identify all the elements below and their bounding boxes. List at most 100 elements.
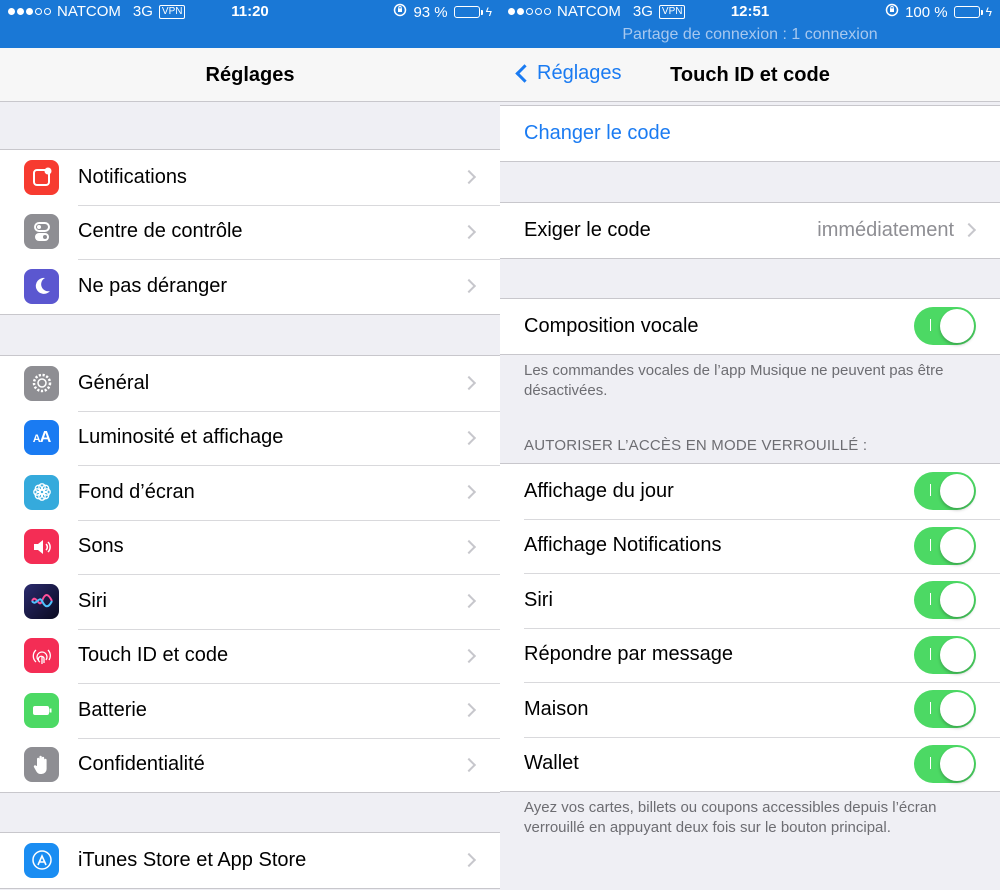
settings-row-label: Touch ID et code — [78, 644, 229, 667]
chevron-right-icon — [461, 224, 477, 239]
settings-row[interactable]: iTunes Store et App Store — [0, 833, 500, 888]
settings-row-label: Notifications — [78, 165, 187, 188]
settings-group-1: Notifications Centre de contrôle Ne pas dé… — [0, 149, 500, 315]
settings-row[interactable]: Sons — [0, 519, 500, 575]
chevron-right-icon — [461, 853, 477, 868]
wallet-footnote: Ayez vos cartes, billets ou coupons acce… — [524, 799, 937, 836]
chevron-right-icon — [461, 485, 477, 500]
settings-row-label: Général — [78, 371, 150, 394]
settings-row-label: iTunes Store et App Store — [78, 848, 307, 871]
battery-percent: 100 % — [905, 3, 948, 21]
page-title: Réglages — [205, 64, 295, 86]
settings-row[interactable]: Touch ID et code — [0, 628, 500, 684]
settings-group-3: iTunes Store et App Store — [0, 832, 500, 889]
voice-dial-toggle[interactable] — [914, 307, 976, 346]
locked-access-label: Affichage du jour — [524, 479, 674, 502]
locked-access-row: Répondre par message — [500, 627, 1000, 683]
settings-row[interactable]: Confidentialité — [0, 737, 500, 793]
settings-row-label: Batterie — [78, 698, 147, 721]
battery-icon — [453, 6, 483, 18]
settings-row-label: Fond d’écran — [78, 480, 195, 503]
locked-access-toggle[interactable] — [914, 526, 976, 565]
status-bar: NATCOM 3G VPN 12:51 100 % ϟ Partage de c… — [500, 0, 1000, 48]
locked-access-toggle[interactable] — [914, 744, 976, 783]
locked-access-row: Affichage du jour — [500, 464, 1000, 519]
chevron-right-icon — [461, 430, 477, 445]
locked-access-toggle[interactable] — [914, 690, 976, 729]
require-code-label: Exiger le code — [524, 218, 651, 241]
battery-icon — [24, 692, 59, 728]
flower-icon — [24, 474, 59, 510]
locked-access-row: Affichage Notifications — [500, 518, 1000, 574]
app-store-icon — [24, 842, 59, 878]
screens: NATCOM 3G VPN 11:20 93 % ϟ Réglages Noti… — [0, 0, 1000, 890]
settings-group-2: Général AA Luminosité et affichage Fond d’é… — [0, 355, 500, 793]
require-code-value: immédiatement — [817, 218, 954, 241]
gear-icon — [24, 365, 59, 401]
locked-access-row: Wallet — [500, 736, 1000, 792]
settings-row[interactable]: Siri — [0, 574, 500, 629]
change-code-group: Changer le code — [500, 105, 1000, 162]
require-code-row[interactable]: Exiger le code immédiatement — [500, 203, 1000, 258]
locked-access-label: Affichage Notifications — [524, 534, 722, 557]
status-bar: NATCOM 3G VPN 11:20 93 % ϟ — [0, 0, 500, 48]
chevron-right-icon — [961, 223, 977, 238]
text-size-icon: AA — [24, 420, 59, 456]
chevron-right-icon — [461, 594, 477, 609]
charging-bolt-icon: ϟ — [485, 5, 492, 19]
hotspot-banner[interactable]: Partage de connexion : 1 connexion — [500, 26, 1000, 44]
settings-row[interactable]: Centre de contrôle — [0, 204, 500, 260]
locked-access-group: Affichage du jour Affichage Notifications… — [500, 463, 1000, 792]
nav-bar: Réglages — [0, 48, 500, 102]
settings-row-label: Centre de contrôle — [78, 220, 243, 243]
settings-screen: NATCOM 3G VPN 11:20 93 % ϟ Réglages Noti… — [0, 0, 500, 890]
voice-dial-group: Composition vocale — [500, 298, 1000, 355]
locked-access-label: Maison — [524, 697, 589, 720]
settings-row-label: Confidentialité — [78, 753, 205, 776]
locked-access-row: Maison — [500, 682, 1000, 737]
require-code-group: Exiger le code immédiatement — [500, 202, 1000, 259]
locked-access-toggle[interactable] — [914, 635, 976, 674]
settings-row[interactable]: Notifications — [0, 150, 500, 205]
orientation-lock-icon — [393, 3, 407, 21]
chevron-right-icon — [461, 376, 477, 391]
change-code-row[interactable]: Changer le code — [500, 106, 1000, 161]
control-center-icon — [24, 214, 59, 250]
fingerprint-icon — [24, 638, 59, 674]
chevron-right-icon — [461, 757, 477, 772]
locked-access-label: Siri — [524, 588, 553, 611]
nav-bar: Réglages Touch ID et code — [500, 48, 1000, 102]
orientation-lock-icon — [885, 3, 899, 21]
locked-access-toggle[interactable] — [914, 472, 976, 511]
settings-row[interactable]: Général — [0, 356, 500, 411]
settings-row-label: Luminosité et affichage — [78, 426, 284, 449]
voice-dial-footnote: Les commandes vocales de l’app Musique n… — [524, 362, 944, 399]
settings-row-label: Sons — [78, 535, 124, 558]
locked-access-label: Wallet — [524, 752, 579, 775]
chevron-right-icon — [461, 703, 477, 718]
change-code-link[interactable]: Changer le code — [524, 122, 671, 145]
locked-access-row: Siri — [500, 573, 1000, 628]
settings-row[interactable]: Batterie — [0, 683, 500, 738]
moon-icon — [24, 268, 59, 304]
settings-row-label: Siri — [78, 589, 107, 612]
touch-id-screen: NATCOM 3G VPN 12:51 100 % ϟ Partage de c… — [500, 0, 1000, 890]
siri-icon — [24, 583, 59, 619]
voice-dial-row: Composition vocale — [500, 299, 1000, 354]
chevron-right-icon — [461, 648, 477, 663]
settings-row[interactable]: Fond d’écran — [0, 465, 500, 520]
battery-icon — [953, 6, 983, 18]
page-title: Touch ID et code — [670, 64, 830, 86]
chevron-right-icon — [461, 539, 477, 554]
battery-percent: 93 % — [413, 3, 448, 21]
speaker-icon — [24, 529, 59, 565]
voice-dial-label: Composition vocale — [524, 314, 699, 337]
settings-row[interactable]: AA Luminosité et affichage — [0, 410, 500, 466]
chevron-right-icon — [461, 170, 477, 185]
locked-access-toggle[interactable] — [914, 581, 976, 620]
locked-access-header: AUTORISER L’ACCÈS EN MODE VERROUILLÉ : — [524, 437, 868, 454]
settings-row[interactable]: Ne pas déranger — [0, 259, 500, 314]
settings-row-label: Ne pas déranger — [78, 274, 227, 297]
locked-access-label: Répondre par message — [524, 643, 734, 666]
notifications-icon — [24, 159, 59, 195]
